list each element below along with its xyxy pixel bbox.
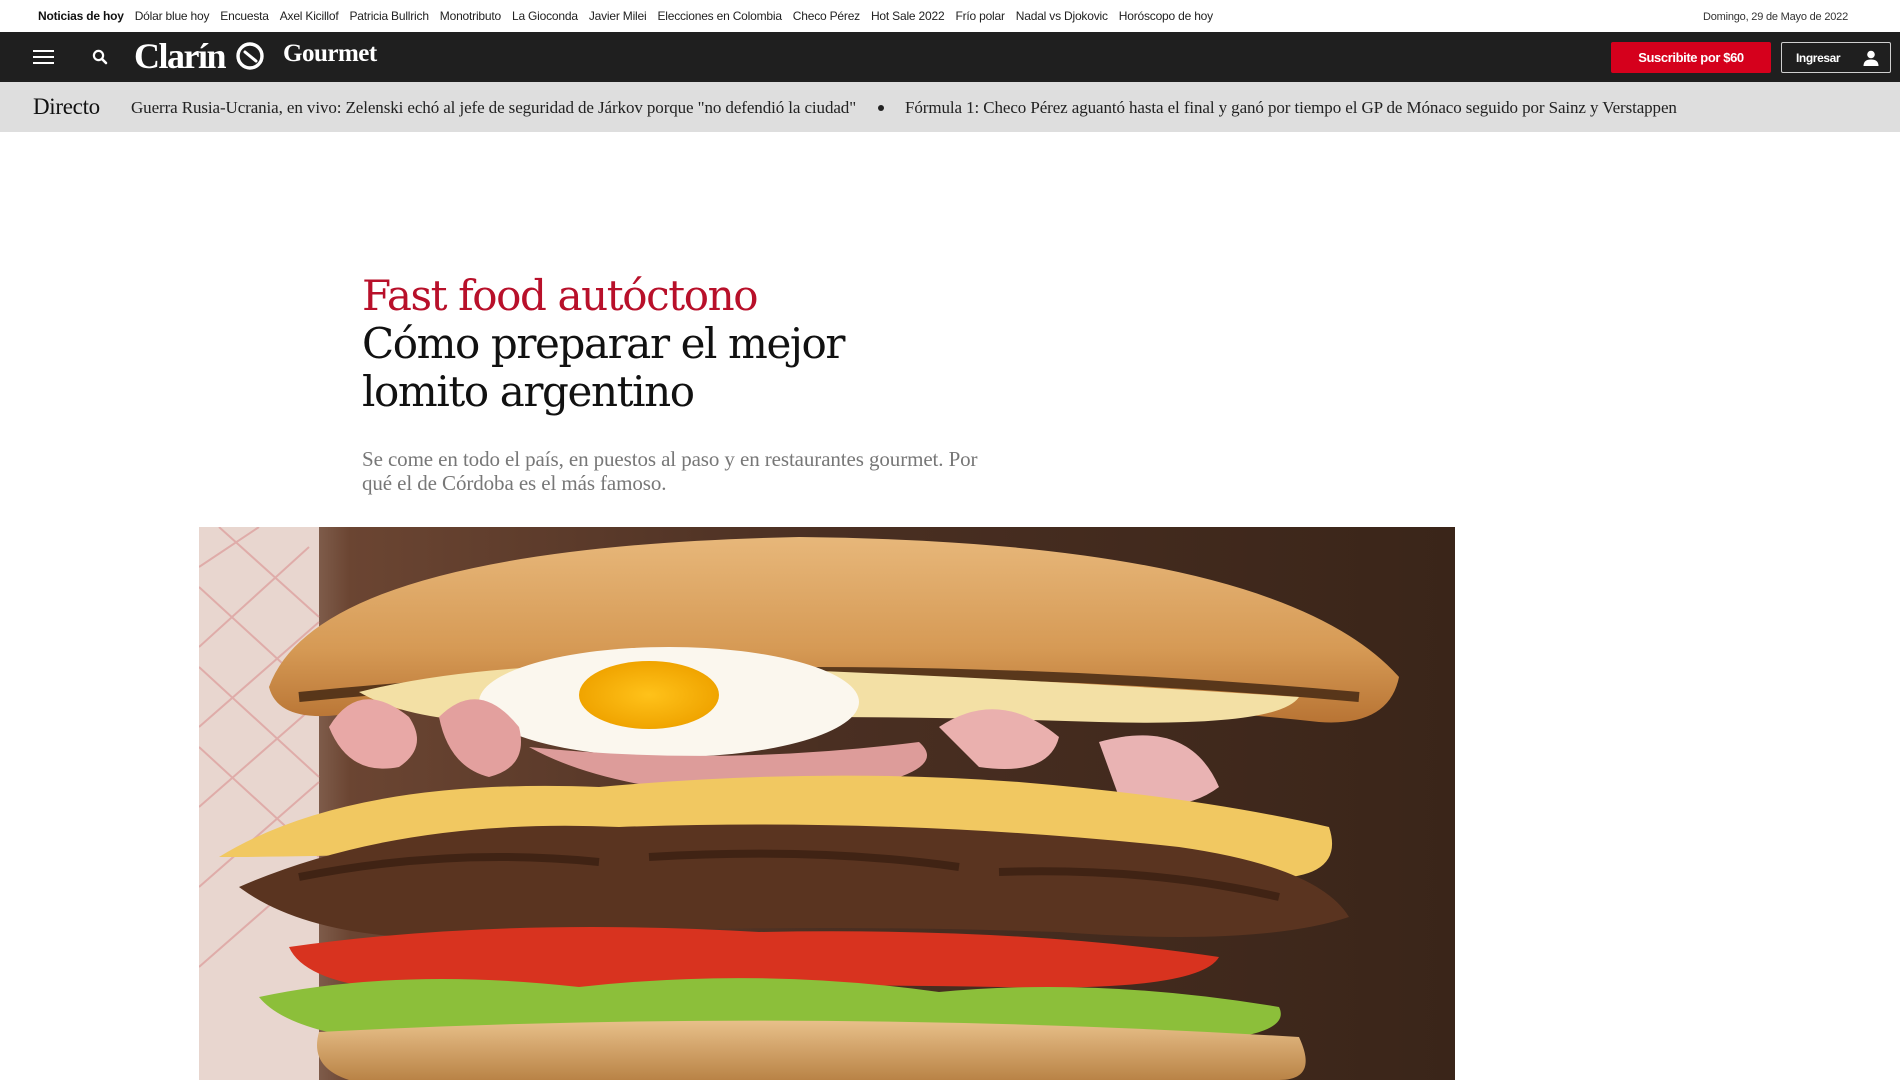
ticker-item[interactable]: Fórmula 1: Checo Pérez aguantó hasta el … bbox=[905, 98, 1677, 118]
login-button[interactable]: Ingresar bbox=[1781, 42, 1891, 73]
article-kicker: Fast food autóctono bbox=[362, 271, 759, 320]
search-icon[interactable] bbox=[91, 48, 109, 66]
ticker-items: Guerra Rusia-Ucrania, en vivo: Zelenski … bbox=[131, 98, 1677, 118]
lomito-sandwich-image bbox=[199, 527, 1455, 1080]
current-date: Domingo, 29 de Mayo de 2022 bbox=[1702, 11, 1848, 23]
trending-link[interactable]: Patricia Bullrich bbox=[350, 9, 429, 23]
trending-link[interactable]: Noticias de hoy bbox=[38, 9, 124, 23]
trending-link[interactable]: La Gioconda bbox=[512, 9, 578, 23]
trending-link[interactable]: Horóscopo de hoy bbox=[1119, 9, 1213, 23]
trending-link[interactable]: Monotributo bbox=[440, 9, 501, 23]
main-nav: Clarín Gourmet Suscribite por $60 Ingres… bbox=[0, 32, 1900, 82]
article-lead: Se come en todo el país, en puestos al p… bbox=[362, 447, 978, 495]
trending-link[interactable]: Axel Kicillof bbox=[280, 9, 339, 23]
trending-link[interactable]: Elecciones en Colombia bbox=[657, 9, 782, 23]
section-title[interactable]: Gourmet bbox=[283, 40, 377, 68]
ticker-label: Directo bbox=[33, 94, 100, 119]
article-headline: Cómo preparar el mejor lomito argentino bbox=[362, 319, 845, 416]
trending-link[interactable]: Encuesta bbox=[220, 9, 269, 23]
ticker-separator bbox=[878, 105, 885, 111]
clarin-logo-swirl-icon bbox=[236, 42, 264, 70]
trending-links: Noticias de hoy Dólar blue hoy Encuesta … bbox=[38, 9, 1213, 23]
trending-link[interactable]: Javier Milei bbox=[589, 9, 647, 23]
ticker-item[interactable]: Guerra Rusia-Ucrania, en vivo: Zelenski … bbox=[131, 98, 856, 118]
hamburger-menu-icon[interactable] bbox=[33, 49, 54, 65]
trending-link[interactable]: Nadal vs Djokovic bbox=[1016, 9, 1108, 23]
hero-image bbox=[199, 527, 1455, 1080]
trending-link[interactable]: Frío polar bbox=[955, 9, 1005, 23]
clarin-logo[interactable]: Clarín bbox=[134, 35, 227, 77]
subscribe-button[interactable]: Suscribite por $60 bbox=[1611, 42, 1771, 73]
trending-link[interactable]: Checo Pérez bbox=[793, 9, 860, 23]
trending-link[interactable]: Hot Sale 2022 bbox=[871, 9, 945, 23]
user-icon bbox=[1863, 50, 1879, 66]
trending-bar: Noticias de hoy Dólar blue hoy Encuesta … bbox=[0, 0, 1900, 32]
login-label: Ingresar bbox=[1796, 51, 1841, 65]
live-ticker: Directo Guerra Rusia-Ucrania, en vivo: Z… bbox=[0, 82, 1900, 132]
trending-link[interactable]: Dólar blue hoy bbox=[135, 9, 210, 23]
